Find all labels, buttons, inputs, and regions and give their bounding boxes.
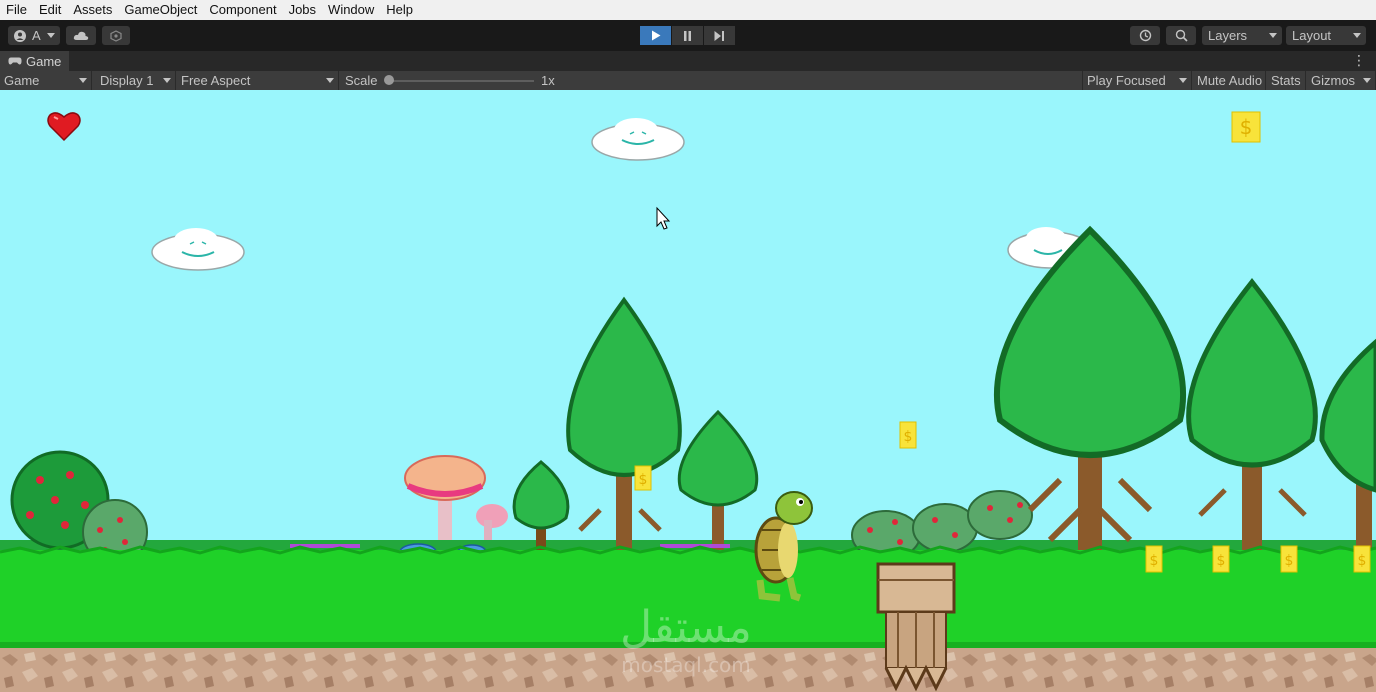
mute-audio-toggle[interactable]: Mute Audio [1193, 71, 1266, 90]
menu-jobs[interactable]: Jobs [283, 0, 322, 20]
display-dropdown[interactable]: Display 1 [96, 71, 176, 90]
chevron-down-icon [1269, 33, 1277, 38]
dollar-coin-icon: $ [1231, 111, 1261, 143]
tree [512, 460, 570, 550]
cloud-button[interactable] [66, 26, 96, 45]
mute-audio-label: Mute Audio [1197, 73, 1263, 88]
playback-controls [640, 26, 735, 45]
game-tab-bar: Game ⋮ [0, 51, 1376, 71]
stats-toggle[interactable]: Stats [1267, 71, 1306, 90]
cloud [151, 228, 245, 271]
menu-edit[interactable]: Edit [33, 0, 67, 20]
gizmos-label: Gizmos [1311, 73, 1356, 88]
svg-text:$: $ [1358, 553, 1367, 569]
tree [1319, 338, 1376, 550]
chevron-down-icon [47, 33, 55, 38]
more-options-icon[interactable]: ⋮ [1352, 53, 1366, 67]
account-icon [14, 29, 26, 42]
chevron-down-icon [163, 78, 171, 83]
dollar-coin-icon: $ [1353, 545, 1371, 573]
scale-value: 1x [541, 73, 555, 88]
menu-help[interactable]: Help [380, 0, 419, 20]
cloud [591, 118, 685, 161]
chevron-down-icon [79, 78, 87, 83]
tree [677, 409, 759, 550]
stats-label: Stats [1271, 73, 1301, 88]
layers-dropdown[interactable]: Layers [1202, 26, 1282, 45]
svg-text:$: $ [904, 429, 913, 445]
menu-window[interactable]: Window [322, 0, 380, 20]
tree [1186, 277, 1318, 550]
dollar-coin-icon: $ [1212, 545, 1230, 573]
aspect-dropdown[interactable]: Free Aspect [177, 71, 339, 90]
watermark-subtext: mostaql.com [621, 653, 751, 677]
scale-slider-thumb[interactable] [384, 75, 394, 85]
heart-icon [47, 112, 81, 142]
scale-label: Scale [345, 73, 378, 88]
svg-text:$: $ [1285, 553, 1294, 569]
dollar-coin-icon: $ [634, 465, 652, 491]
search-button[interactable] [1166, 26, 1196, 45]
layout-label: Layout [1292, 28, 1332, 43]
account-label: A [32, 28, 41, 43]
gamepad-icon [8, 57, 22, 64]
svg-text:$: $ [1150, 553, 1159, 569]
menu-gameobject[interactable]: GameObject [118, 0, 203, 20]
aspect-label: Free Aspect [181, 73, 251, 88]
mouse-cursor [656, 206, 671, 230]
main-toolbar: A Layers Layout [0, 20, 1376, 51]
game-view-controls: Game Display 1 Free Aspect Scale 1x Play… [0, 71, 1376, 90]
dollar-coin-icon: $ [899, 421, 917, 449]
pause-icon [684, 30, 691, 41]
history-icon [1139, 29, 1151, 42]
view-mode-dropdown[interactable]: Game [0, 71, 92, 90]
tree [566, 296, 682, 550]
menu-file[interactable]: File [0, 0, 33, 20]
svg-text:$: $ [1217, 553, 1226, 569]
chevron-down-icon [1179, 78, 1187, 83]
step-icon [714, 30, 724, 41]
play-icon [651, 30, 660, 41]
tab-game-label: Game [26, 53, 62, 69]
menu-component[interactable]: Component [203, 0, 282, 20]
menu-bar: File Edit Assets GameObject Component Jo… [0, 0, 1376, 20]
tab-game[interactable]: Game [0, 51, 70, 71]
view-mode-label: Game [4, 73, 40, 88]
watermark-text: مستقل [620, 602, 752, 653]
game-viewport[interactable]: $ $ $ $ $ $ $ مستقل mostaql.com [0, 90, 1376, 692]
display-label: Display 1 [100, 73, 154, 88]
crate-obstacle [876, 562, 956, 692]
layers-label: Layers [1208, 28, 1248, 43]
collab-icon [110, 29, 122, 42]
play-button[interactable] [640, 26, 671, 45]
svg-text:$: $ [1240, 115, 1253, 139]
search-icon [1175, 29, 1188, 42]
chevron-down-icon [326, 78, 334, 83]
gizmos-dropdown[interactable]: Gizmos [1307, 71, 1376, 90]
svg-text:$: $ [639, 472, 648, 488]
play-focused-label: Play Focused [1087, 73, 1166, 88]
chevron-down-icon [1363, 78, 1371, 83]
dollar-coin-icon: $ [1145, 545, 1163, 573]
scale-slider-track[interactable] [386, 80, 534, 82]
cloud-icon [73, 31, 89, 40]
pause-button[interactable] [672, 26, 703, 45]
dollar-coin-icon: $ [1280, 545, 1298, 573]
menu-assets[interactable]: Assets [67, 0, 118, 20]
layout-dropdown[interactable]: Layout [1286, 26, 1366, 45]
account-dropdown[interactable]: A [8, 26, 60, 45]
chevron-down-icon [1353, 33, 1361, 38]
play-focused-dropdown[interactable]: Play Focused [1082, 71, 1192, 90]
game-scene: $ $ $ $ $ $ $ مستقل mostaql.com [0, 111, 1376, 692]
history-button[interactable] [1130, 26, 1160, 45]
step-button[interactable] [704, 26, 735, 45]
collab-button[interactable] [102, 26, 130, 45]
